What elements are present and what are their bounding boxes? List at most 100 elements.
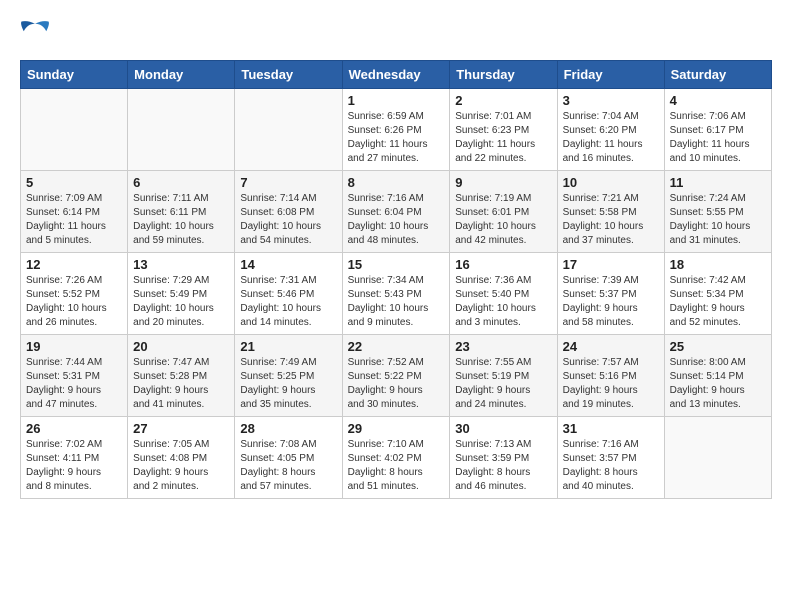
day-number: 17: [563, 257, 659, 272]
day-number: 2: [455, 93, 551, 108]
day-info: Sunrise: 7:42 AM Sunset: 5:34 PM Dayligh…: [670, 274, 766, 330]
day-info: Sunrise: 7:29 AM Sunset: 5:49 PM Dayligh…: [133, 274, 229, 330]
day-number: 18: [670, 257, 766, 272]
logo: [20, 20, 54, 50]
calendar-week-row: 12 Sunrise: 7:26 AM Sunset: 5:52 PM Dayli…: [21, 253, 772, 335]
page-header: [20, 20, 772, 50]
day-number: 3: [563, 93, 659, 108]
calendar-cell: 16 Sunrise: 7:36 AM Sunset: 5:40 PM Dayli…: [450, 253, 557, 335]
day-number: 26: [26, 421, 122, 436]
day-info: Sunrise: 7:05 AM Sunset: 4:08 PM Dayligh…: [133, 438, 229, 494]
day-info: Sunrise: 7:49 AM Sunset: 5:25 PM Dayligh…: [240, 356, 336, 412]
calendar-cell: 10 Sunrise: 7:21 AM Sunset: 5:58 PM Dayli…: [557, 171, 664, 253]
day-number: 11: [670, 175, 766, 190]
calendar-week-row: 5 Sunrise: 7:09 AM Sunset: 6:14 PM Daylig…: [21, 171, 772, 253]
day-info: Sunrise: 7:36 AM Sunset: 5:40 PM Dayligh…: [455, 274, 551, 330]
calendar-cell: 28 Sunrise: 7:08 AM Sunset: 4:05 PM Dayli…: [235, 417, 342, 499]
day-info: Sunrise: 7:34 AM Sunset: 5:43 PM Dayligh…: [348, 274, 445, 330]
day-number: 7: [240, 175, 336, 190]
calendar-cell: 29Sunrise: 7:10 AM Sunset: 4:02 PM Dayli…: [342, 417, 450, 499]
calendar-cell: 24Sunrise: 7:57 AM Sunset: 5:16 PM Dayli…: [557, 335, 664, 417]
calendar-cell: 9 Sunrise: 7:19 AM Sunset: 6:01 PM Daylig…: [450, 171, 557, 253]
calendar-cell: 31 Sunrise: 7:16 AM Sunset: 3:57 PM Dayli…: [557, 417, 664, 499]
day-number: 31: [563, 421, 659, 436]
day-number: 25: [670, 339, 766, 354]
calendar-cell: 26 Sunrise: 7:02 AM Sunset: 4:11 PM Dayli…: [21, 417, 128, 499]
calendar-cell: 8 Sunrise: 7:16 AM Sunset: 6:04 PM Daylig…: [342, 171, 450, 253]
calendar-cell: 11Sunrise: 7:24 AM Sunset: 5:55 PM Dayli…: [664, 171, 771, 253]
column-header-friday: Friday: [557, 61, 664, 89]
day-number: 22: [348, 339, 445, 354]
day-info: Sunrise: 7:16 AM Sunset: 6:04 PM Dayligh…: [348, 192, 445, 248]
day-number: 16: [455, 257, 551, 272]
calendar-cell: 12 Sunrise: 7:26 AM Sunset: 5:52 PM Dayli…: [21, 253, 128, 335]
calendar-cell: 15 Sunrise: 7:34 AM Sunset: 5:43 PM Dayli…: [342, 253, 450, 335]
calendar-cell: 23Sunrise: 7:55 AM Sunset: 5:19 PM Dayli…: [450, 335, 557, 417]
calendar-cell: [128, 89, 235, 171]
day-info: Sunrise: 7:10 AM Sunset: 4:02 PM Dayligh…: [348, 438, 445, 494]
day-info: Sunrise: 7:19 AM Sunset: 6:01 PM Dayligh…: [455, 192, 551, 248]
day-info: Sunrise: 7:14 AM Sunset: 6:08 PM Dayligh…: [240, 192, 336, 248]
column-header-monday: Monday: [128, 61, 235, 89]
calendar-header-row: SundayMondayTuesdayWednesdayThursdayFrid…: [21, 61, 772, 89]
day-number: 20: [133, 339, 229, 354]
column-header-wednesday: Wednesday: [342, 61, 450, 89]
column-header-saturday: Saturday: [664, 61, 771, 89]
column-header-thursday: Thursday: [450, 61, 557, 89]
calendar-week-row: 26 Sunrise: 7:02 AM Sunset: 4:11 PM Dayli…: [21, 417, 772, 499]
day-number: 24: [563, 339, 659, 354]
day-number: 19: [26, 339, 122, 354]
day-number: 21: [240, 339, 336, 354]
calendar-cell: 27Sunrise: 7:05 AM Sunset: 4:08 PM Dayli…: [128, 417, 235, 499]
calendar-cell: 1Sunrise: 6:59 AM Sunset: 6:26 PM Daylig…: [342, 89, 450, 171]
calendar-cell: 21 Sunrise: 7:49 AM Sunset: 5:25 PM Dayli…: [235, 335, 342, 417]
calendar-week-row: 1Sunrise: 6:59 AM Sunset: 6:26 PM Daylig…: [21, 89, 772, 171]
calendar-cell: [235, 89, 342, 171]
calendar-cell: 7 Sunrise: 7:14 AM Sunset: 6:08 PM Daylig…: [235, 171, 342, 253]
column-header-tuesday: Tuesday: [235, 61, 342, 89]
column-header-sunday: Sunday: [21, 61, 128, 89]
day-number: 30: [455, 421, 551, 436]
day-info: Sunrise: 7:44 AM Sunset: 5:31 PM Dayligh…: [26, 356, 122, 412]
day-number: 13: [133, 257, 229, 272]
day-info: Sunrise: 8:00 AM Sunset: 5:14 PM Dayligh…: [670, 356, 766, 412]
day-number: 23: [455, 339, 551, 354]
calendar-cell: 4Sunrise: 7:06 AM Sunset: 6:17 PM Daylig…: [664, 89, 771, 171]
day-info: Sunrise: 7:47 AM Sunset: 5:28 PM Dayligh…: [133, 356, 229, 412]
calendar-cell: 13 Sunrise: 7:29 AM Sunset: 5:49 PM Dayli…: [128, 253, 235, 335]
calendar-cell: 25 Sunrise: 8:00 AM Sunset: 5:14 PM Dayli…: [664, 335, 771, 417]
calendar-week-row: 19 Sunrise: 7:44 AM Sunset: 5:31 PM Dayli…: [21, 335, 772, 417]
day-number: 14: [240, 257, 336, 272]
calendar-cell: 18 Sunrise: 7:42 AM Sunset: 5:34 PM Dayli…: [664, 253, 771, 335]
day-info: Sunrise: 7:26 AM Sunset: 5:52 PM Dayligh…: [26, 274, 122, 330]
day-info: Sunrise: 7:02 AM Sunset: 4:11 PM Dayligh…: [26, 438, 122, 494]
day-info: Sunrise: 7:08 AM Sunset: 4:05 PM Dayligh…: [240, 438, 336, 494]
day-number: 28: [240, 421, 336, 436]
day-info: Sunrise: 7:04 AM Sunset: 6:20 PM Dayligh…: [563, 110, 659, 166]
day-number: 15: [348, 257, 445, 272]
day-info: Sunrise: 7:16 AM Sunset: 3:57 PM Dayligh…: [563, 438, 659, 494]
day-number: 6: [133, 175, 229, 190]
day-info: Sunrise: 7:11 AM Sunset: 6:11 PM Dayligh…: [133, 192, 229, 248]
day-info: Sunrise: 7:06 AM Sunset: 6:17 PM Dayligh…: [670, 110, 766, 166]
day-number: 5: [26, 175, 122, 190]
day-number: 10: [563, 175, 659, 190]
logo-icon: [20, 20, 50, 50]
day-info: Sunrise: 7:01 AM Sunset: 6:23 PM Dayligh…: [455, 110, 551, 166]
day-number: 9: [455, 175, 551, 190]
calendar-cell: [664, 417, 771, 499]
day-info: Sunrise: 7:31 AM Sunset: 5:46 PM Dayligh…: [240, 274, 336, 330]
calendar-cell: [21, 89, 128, 171]
day-info: Sunrise: 6:59 AM Sunset: 6:26 PM Dayligh…: [348, 110, 445, 166]
day-info: Sunrise: 7:09 AM Sunset: 6:14 PM Dayligh…: [26, 192, 122, 248]
day-info: Sunrise: 7:21 AM Sunset: 5:58 PM Dayligh…: [563, 192, 659, 248]
day-info: Sunrise: 7:39 AM Sunset: 5:37 PM Dayligh…: [563, 274, 659, 330]
day-number: 8: [348, 175, 445, 190]
calendar-cell: 3 Sunrise: 7:04 AM Sunset: 6:20 PM Daylig…: [557, 89, 664, 171]
calendar-cell: 22Sunrise: 7:52 AM Sunset: 5:22 PM Dayli…: [342, 335, 450, 417]
calendar-cell: 5 Sunrise: 7:09 AM Sunset: 6:14 PM Daylig…: [21, 171, 128, 253]
day-number: 12: [26, 257, 122, 272]
calendar-cell: 20 Sunrise: 7:47 AM Sunset: 5:28 PM Dayli…: [128, 335, 235, 417]
calendar-cell: 2 Sunrise: 7:01 AM Sunset: 6:23 PM Daylig…: [450, 89, 557, 171]
calendar-cell: 17 Sunrise: 7:39 AM Sunset: 5:37 PM Dayli…: [557, 253, 664, 335]
